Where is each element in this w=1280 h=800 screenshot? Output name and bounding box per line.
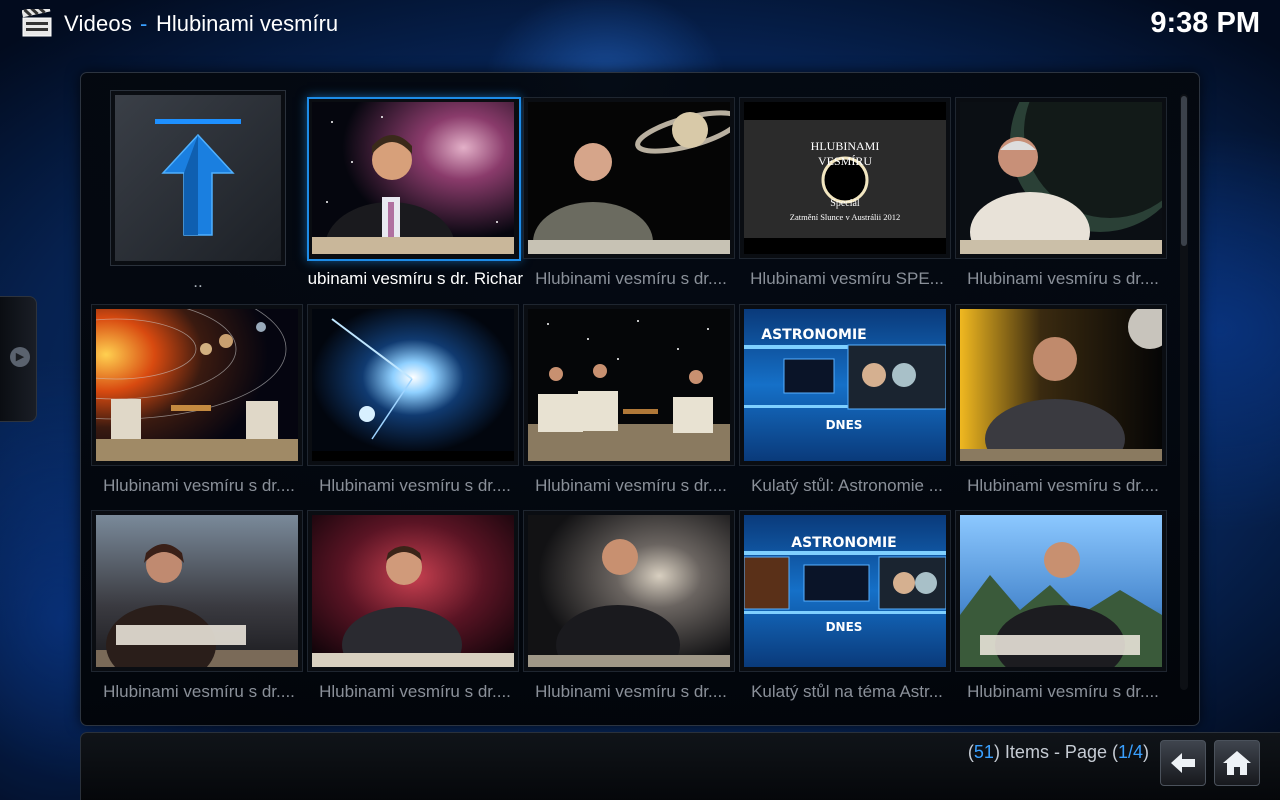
items-count: 51: [973, 742, 994, 762]
video-item[interactable]: Hlubinami vesmíru s dr....: [955, 510, 1171, 716]
home-icon: [1223, 751, 1251, 775]
home-button[interactable]: [1214, 740, 1260, 786]
video-label: Kulatý stůl: Astronomie ...: [751, 476, 943, 495]
video-item[interactable]: ASTRONOMIE DNES Kulatý stůl: Astronomie …: [739, 304, 955, 510]
video-thumbnail: [955, 97, 1167, 259]
video-item[interactable]: Hlubinami vesmíru s dr....: [955, 97, 1171, 303]
video-label: Hlubinami vesmíru s dr....: [967, 682, 1159, 701]
special-title-2: VESMÍRU: [818, 154, 872, 168]
video-thumbnail: [523, 97, 735, 259]
video-item[interactable]: Hlubinami vesmíru s dr....: [523, 304, 739, 510]
section-title: Videos: [64, 11, 133, 36]
video-label: Hlubinami vesmíru s dr....: [967, 476, 1159, 495]
video-label: Hlubinami vesmíru SPE...: [750, 269, 944, 288]
video-label: Hlubinami vesmíru s dr....: [103, 682, 295, 701]
scrollbar[interactable]: [1180, 94, 1188, 690]
special-sub-2: Zatmění Slunce v Austrálii 2012: [790, 212, 900, 222]
items-info-close: ): [1143, 742, 1149, 762]
astro-top-text: ASTRONOMIE: [761, 327, 866, 343]
video-item[interactable]: Hlubinami vesmíru s dr....: [523, 97, 739, 303]
side-menu-tab[interactable]: ▶: [0, 296, 37, 422]
video-item[interactable]: Hlubinami vesmíru s dr....: [307, 304, 523, 510]
title-separator: -: [140, 11, 148, 36]
video-label: Hlubinami vesmíru s dr....: [319, 682, 511, 701]
video-thumbnail: [91, 510, 303, 672]
astro-bottom-text: DNES: [826, 620, 863, 634]
header-bar: Videos - Hlubinami vesmíru 9:38 PM: [0, 0, 1280, 48]
folder-title: Hlubinami vesmíru: [156, 11, 339, 36]
items-info-mid: ) Items - Page (: [993, 742, 1118, 762]
video-thumbnail: [523, 510, 735, 672]
video-label: Kulatý stůl na téma Astr...: [751, 682, 943, 701]
video-label: Hlubinami vesmíru s dr....: [103, 476, 295, 495]
video-item[interactable]: Hlubinami vesmíru s dr....: [523, 510, 739, 716]
video-thumbnail: [91, 304, 303, 466]
video-thumbnail: [523, 304, 735, 466]
up-arrow-icon: [155, 119, 241, 236]
video-item[interactable]: Hlubinami vesmíru s dr....: [91, 510, 307, 716]
video-label: Hlubinami vesmíru s dr....: [535, 476, 727, 495]
scrollbar-thumb[interactable]: [1181, 96, 1187, 246]
video-thumbnail: [307, 510, 519, 672]
clapperboard-icon: [22, 9, 52, 37]
video-item[interactable]: Hlubinami vesmíru s dr. Richar: [307, 97, 523, 303]
video-label: Hlubinami vesmíru s dr....: [535, 682, 727, 701]
video-thumbnail: [307, 304, 519, 466]
video-item[interactable]: HLUBINAMI VESMÍRU Speciál Zatmění Slunce…: [739, 97, 955, 303]
video-thumbnail: ASTRONOMIE DNES: [739, 304, 951, 466]
video-thumbnail: [955, 304, 1167, 466]
video-item[interactable]: Hlubinami vesmíru s dr....: [955, 304, 1171, 510]
video-thumbnail: [955, 510, 1167, 672]
video-label: Hlubinami vesmíru s dr. Richar: [307, 269, 523, 288]
video-thumbnail: HLUBINAMI VESMÍRU Speciál Zatmění Slunce…: [739, 97, 951, 259]
astro-bottom-text: DNES: [826, 418, 863, 432]
back-arrow-icon: [1171, 753, 1195, 773]
clock: 9:38 PM: [1150, 7, 1260, 39]
video-item[interactable]: Hlubinami vesmíru s dr....: [91, 304, 307, 510]
video-thumbnail-focused: [307, 97, 521, 261]
video-thumbnail: ASTRONOMIE DNES: [739, 510, 951, 672]
video-item[interactable]: ASTRONOMIE DNES Kulatý stůl na téma Astr…: [739, 510, 955, 716]
parent-folder-thumb: [110, 90, 286, 266]
chevron-right-icon: ▶: [10, 347, 30, 367]
items-page-info: (51) Items - Page (1/4): [968, 742, 1149, 763]
astro-top-text: ASTRONOMIE: [791, 535, 896, 551]
video-label: Hlubinami vesmíru s dr....: [967, 269, 1159, 288]
page-indicator: 1/4: [1117, 742, 1143, 762]
video-label: Hlubinami vesmíru s dr....: [535, 269, 727, 288]
video-label: Hlubinami vesmíru s dr....: [319, 476, 511, 495]
video-item[interactable]: Hlubinami vesmíru s dr....: [307, 510, 523, 716]
back-button[interactable]: [1160, 740, 1206, 786]
special-title-1: HLUBINAMI: [811, 139, 880, 153]
special-sub-1: Speciál: [830, 198, 860, 209]
parent-folder-label: ..: [193, 272, 203, 291]
